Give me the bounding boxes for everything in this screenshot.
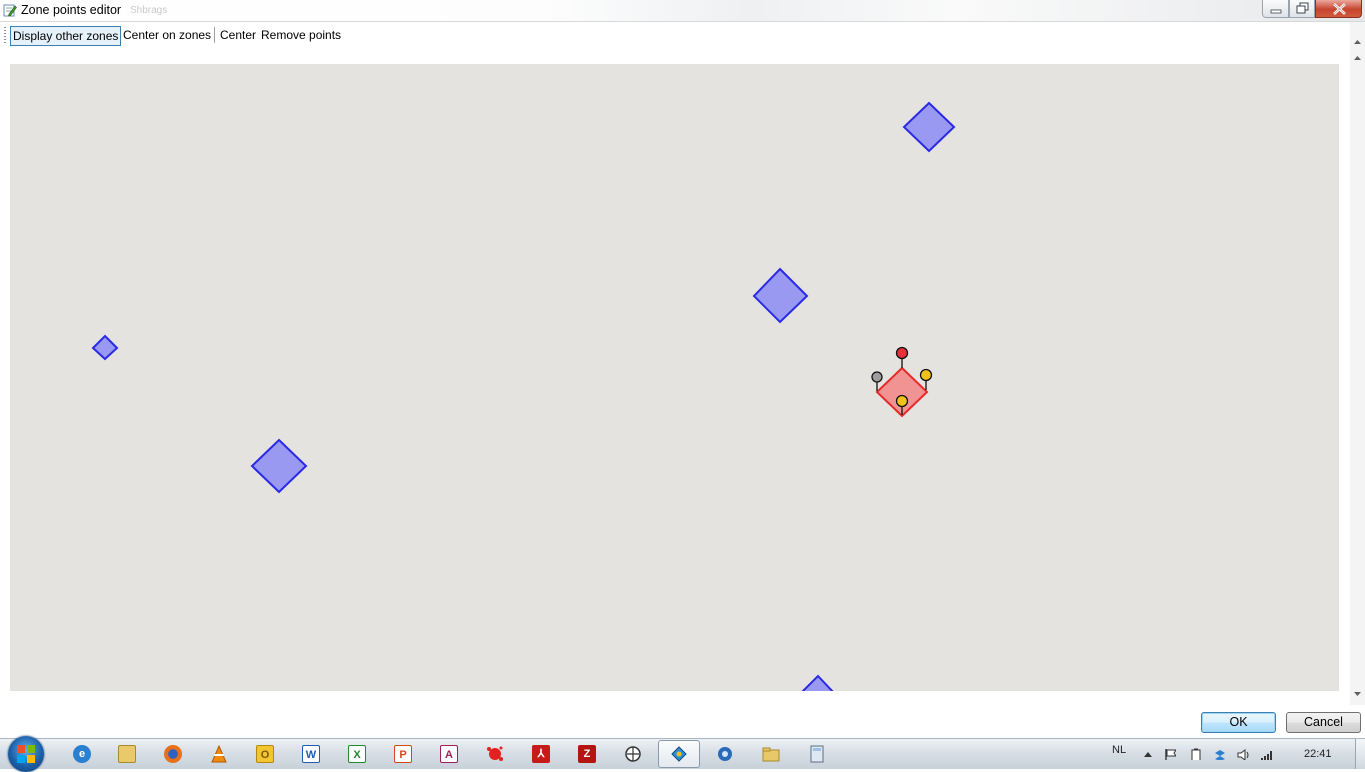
restore-icon [1296,2,1309,14]
toolbar: Display other zones Center on zones Cent… [0,22,1350,48]
wifi-signal-icon[interactable] [1260,748,1272,760]
windows-explorer-icon[interactable] [118,745,136,763]
start-button[interactable] [8,736,44,772]
taskbar: e O W X P A ⅄ Z NL 22:41 [0,736,1365,772]
vertical-scrollbar[interactable] [1350,22,1365,705]
minimize-icon [1270,9,1282,14]
title-bar: Zone points editor Shbrags [0,0,1365,22]
window-title: Zone points editor [21,3,122,17]
zone-point-marker[interactable] [895,346,909,369]
language-indicator[interactable]: NL [1112,744,1126,756]
zone-polygon[interactable] [752,267,809,324]
network-icon[interactable] [624,745,642,763]
outlook-icon[interactable]: O [256,745,274,763]
calculator-icon[interactable] [808,745,826,763]
show-hidden-icons-icon[interactable] [1142,748,1154,760]
ok-button[interactable]: OK [1201,712,1276,733]
excel-icon[interactable]: X [348,745,366,763]
zone-editor-icon[interactable] [670,745,688,763]
internet-explorer-icon[interactable]: e [73,745,91,763]
dropbox-icon[interactable] [1213,748,1225,760]
toolbar-grip[interactable] [4,27,6,43]
restore-button[interactable] [1289,0,1315,18]
volume-icon[interactable] [1237,748,1249,760]
window-subtitle: Shbrags [130,5,168,16]
map-canvas[interactable] [10,64,1339,691]
word-icon[interactable]: W [302,745,320,763]
scroll-up-icon[interactable] [1350,34,1365,49]
clock[interactable]: 22:41 [1304,748,1332,760]
folder-icon[interactable] [762,745,780,763]
scroll-down-icon[interactable] [1350,686,1365,701]
battery-icon[interactable] [1190,748,1202,760]
display-other-zones-button[interactable]: Display other zones [10,26,122,46]
action-center-flag-icon[interactable] [1164,748,1176,760]
zone-polygon[interactable] [91,334,119,361]
center-button[interactable]: Center [218,25,258,45]
vlc-icon[interactable] [210,745,228,763]
app-edit-icon [3,4,17,17]
app-splash-icon[interactable] [486,745,504,763]
windows-logo-icon [17,745,35,763]
zone-polygon[interactable] [902,101,956,153]
toolbar-separator [214,27,215,43]
remove-points-button[interactable]: Remove points [259,25,343,45]
zone-polygon[interactable] [250,438,308,494]
firefox-icon[interactable] [164,745,182,763]
cancel-button[interactable]: Cancel [1286,712,1361,733]
powerpoint-icon[interactable]: P [394,745,412,763]
minimize-button[interactable] [1262,0,1289,18]
settings-icon[interactable] [716,745,734,763]
show-desktop-button[interactable] [1355,739,1365,769]
filezilla-icon[interactable]: Z [578,745,596,763]
center-on-zones-button[interactable]: Center on zones [121,25,213,45]
close-button[interactable] [1315,0,1362,18]
close-icon [1333,3,1346,15]
acrobat-icon[interactable]: ⅄ [532,745,550,763]
access-icon[interactable]: A [440,745,458,763]
zone-polygon[interactable] [800,674,835,691]
scroll-up-icon[interactable] [1350,50,1365,65]
